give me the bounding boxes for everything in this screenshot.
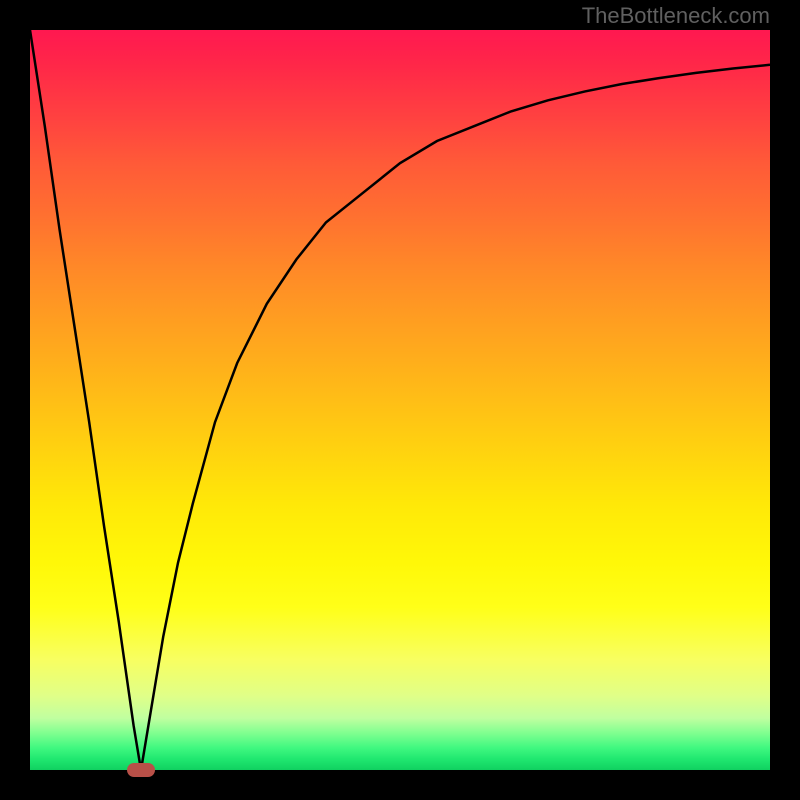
bottleneck-curve-line xyxy=(30,30,770,770)
watermark-text: TheBottleneck.com xyxy=(582,3,770,29)
chart-container: TheBottleneck.com xyxy=(0,0,800,800)
minimum-marker xyxy=(127,763,155,777)
curve-plot xyxy=(30,30,770,770)
